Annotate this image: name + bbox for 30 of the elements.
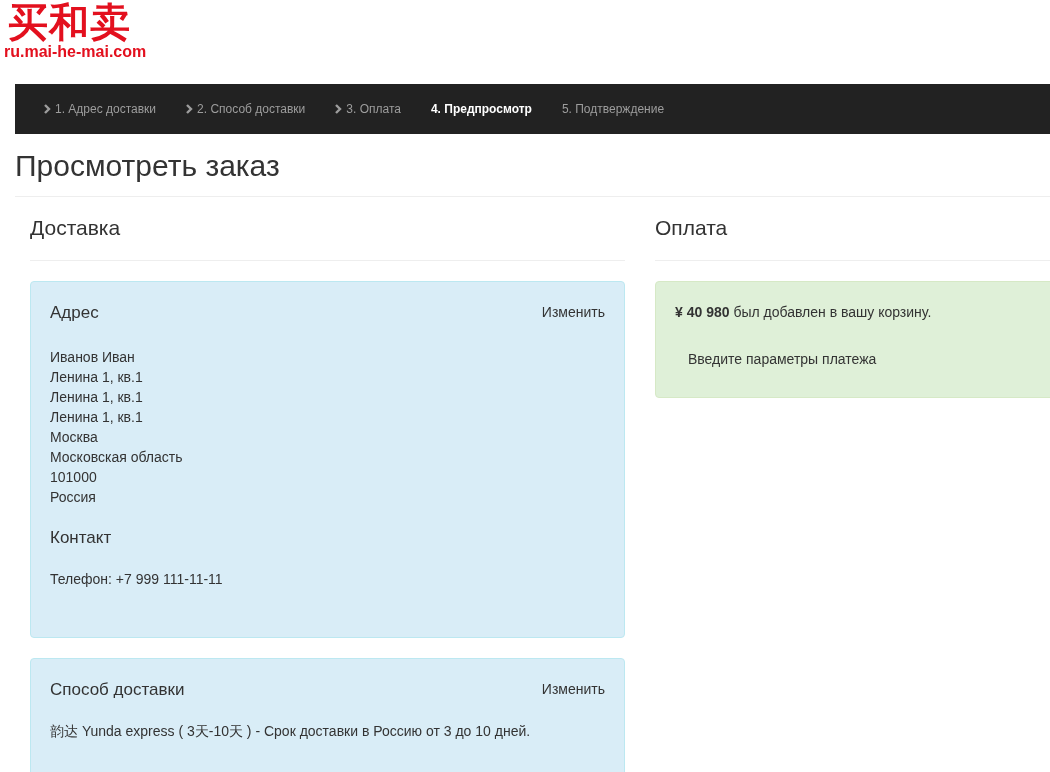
address-line: Ленина 1, кв.1 xyxy=(50,408,144,427)
page-title: Просмотреть заказ xyxy=(15,148,1050,197)
address-line: 101000 xyxy=(50,468,98,487)
address-line: Ленина 1, кв.1 xyxy=(50,388,144,407)
step-tab[interactable]: 1. Адрес доставки xyxy=(29,99,172,119)
cart-message: ¥ 40 980 был добавлен в вашу корзину. xyxy=(675,303,933,322)
address-line: Россия xyxy=(50,488,97,507)
step-tab[interactable]: 5. Подтверждение xyxy=(546,99,680,119)
edit-link[interactable]: Изменить xyxy=(541,302,605,324)
address-line: Иванов Иван xyxy=(50,348,136,367)
address-line: Москва xyxy=(50,428,99,447)
payment-prompt: Введите параметры платежа xyxy=(688,350,878,369)
step-tab[interactable]: 4. Предпросмотр xyxy=(415,99,547,119)
chevron-icon xyxy=(186,104,194,114)
address-line: Ленина 1, кв.1 xyxy=(50,368,144,387)
edit-link[interactable]: Изменить xyxy=(541,679,605,701)
logo-mark[interactable]: 买和卖 xyxy=(0,0,131,44)
card-title: Адрес xyxy=(50,302,99,324)
card-title: Способ доставки xyxy=(50,679,185,701)
section-heading: Доставка xyxy=(30,197,625,261)
section-heading: Оплата xyxy=(655,197,1050,261)
address-line: Московская область xyxy=(50,448,184,467)
step-tab[interactable]: 2. Способ доставки xyxy=(171,99,321,119)
logo-domain[interactable]: ru.mai-he-mai.com xyxy=(0,44,147,60)
step-tab[interactable]: 3. Оплата xyxy=(320,99,416,119)
delivery-description: 韵达 Yunda express ( 3天-10天 ) - Срок доставки в Россию от 3 до 10 дней. xyxy=(50,722,532,741)
chevron-icon xyxy=(335,104,343,114)
phone-text: Телефон: +7 999 111-11-11 xyxy=(50,570,224,589)
card-subtitle: Контакт xyxy=(50,527,113,549)
chevron-icon xyxy=(44,104,51,114)
